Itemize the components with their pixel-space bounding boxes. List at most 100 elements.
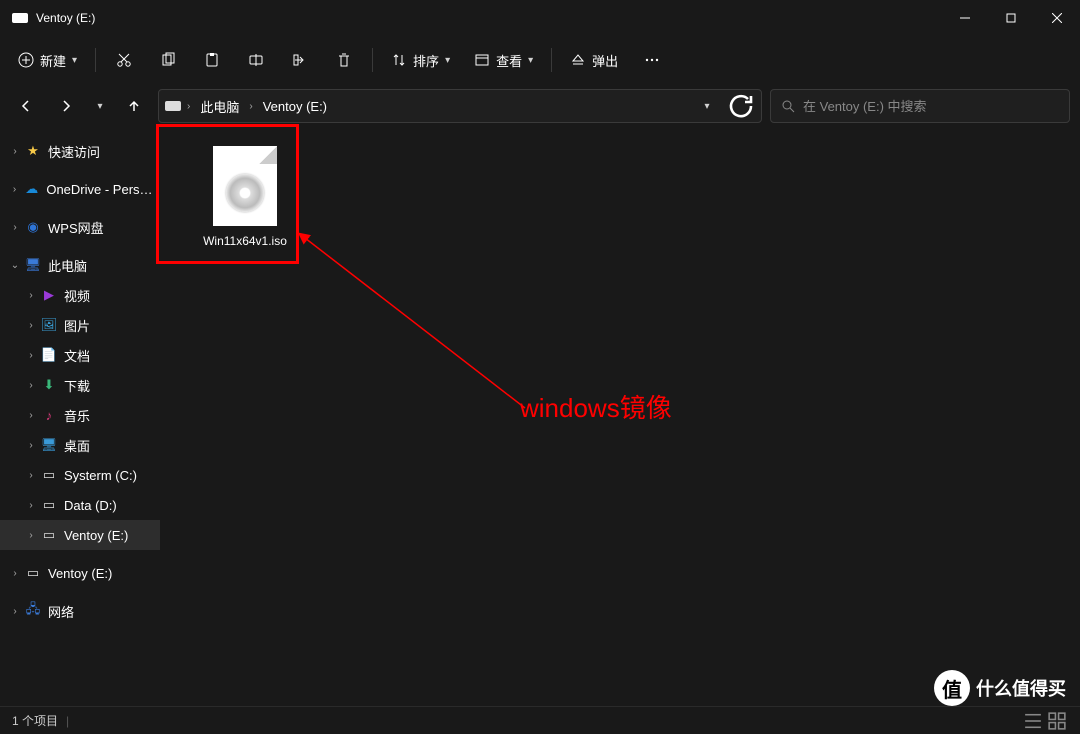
chevron-down-icon: ▾	[704, 101, 709, 112]
search-input[interactable]	[803, 99, 1059, 114]
document-icon: 📄	[40, 346, 58, 364]
status-count: 1 个项目	[12, 712, 58, 729]
sidebar-item-music[interactable]: ›♪音乐	[0, 400, 160, 430]
watermark-text: 什么值得买	[976, 675, 1066, 701]
view-button[interactable]: 查看 ▾	[464, 42, 543, 78]
chevron-down-icon: ⌄	[6, 260, 24, 271]
cut-button[interactable]	[104, 42, 144, 78]
chevron-right-icon: ›	[22, 500, 40, 511]
refresh-button[interactable]	[727, 92, 755, 120]
sidebar-item-downloads[interactable]: ›⬇下载	[0, 370, 160, 400]
more-button[interactable]	[632, 42, 672, 78]
annotation-arrow	[295, 228, 535, 418]
chevron-right-icon: ›	[22, 440, 40, 451]
up-button[interactable]	[118, 90, 150, 122]
cloud-drive-icon: ◉	[24, 218, 42, 236]
breadcrumb-root[interactable]: 此电脑	[196, 97, 243, 116]
toolbar: 新建 ▾ 排序 ▾ 查看 ▾ 弹出	[0, 36, 1080, 84]
sidebar-item-drive-c[interactable]: ›▭Systerm (C:)	[0, 460, 160, 490]
navigation-row: ▾ › 此电脑 › Ventoy (E:) ▾	[0, 84, 1080, 128]
drive-icon: ▭	[40, 496, 58, 514]
chevron-down-icon: ▾	[72, 55, 77, 66]
search-icon	[781, 99, 795, 113]
content-pane[interactable]: Win11x64v1.iso windows镜像	[160, 128, 1080, 706]
copy-icon	[160, 52, 176, 68]
details-view-button[interactable]	[1022, 711, 1044, 731]
sidebar-item-this-pc[interactable]: ⌄🖥此电脑	[0, 250, 160, 280]
sidebar-item-drive-d[interactable]: ›▭Data (D:)	[0, 490, 160, 520]
share-button[interactable]	[280, 42, 320, 78]
eject-icon	[570, 52, 586, 68]
eject-button[interactable]: 弹出	[560, 42, 628, 78]
sidebar-item-pictures[interactable]: ›🖼图片	[0, 310, 160, 340]
rename-icon	[248, 52, 264, 68]
chevron-right-icon: ›	[22, 470, 40, 481]
sidebar-item-drive-e-root[interactable]: ›▭Ventoy (E:)	[0, 558, 160, 588]
copy-button[interactable]	[148, 42, 188, 78]
chevron-right-icon: ›	[22, 320, 40, 331]
file-name: Win11x64v1.iso	[203, 234, 287, 248]
sidebar-item-quick-access[interactable]: ›★快速访问	[0, 136, 160, 166]
history-button[interactable]: ▾	[90, 90, 110, 122]
drive-icon: ▭	[24, 564, 42, 582]
new-button[interactable]: 新建 ▾	[8, 42, 87, 78]
drive-icon	[165, 101, 181, 111]
sidebar-item-network[interactable]: ›🖧网络	[0, 596, 160, 626]
paste-icon	[204, 52, 220, 68]
maximize-button[interactable]	[988, 0, 1034, 36]
sort-icon	[391, 52, 407, 68]
chevron-down-icon: ▾	[528, 55, 533, 66]
sidebar-item-wps[interactable]: ›◉WPS网盘	[0, 212, 160, 242]
minimize-button[interactable]	[942, 0, 988, 36]
sort-label: 排序	[413, 51, 439, 70]
chevron-right-icon: ›	[22, 380, 40, 391]
sidebar-item-onedrive[interactable]: ›☁OneDrive - Persona	[0, 174, 160, 204]
delete-button[interactable]	[324, 42, 364, 78]
separator	[95, 48, 96, 72]
sidebar-item-drive-e[interactable]: ›▭Ventoy (E:)	[0, 520, 160, 550]
video-icon: ▶	[40, 286, 58, 304]
chevron-right-icon: ›	[22, 350, 40, 361]
drive-icon: ▭	[40, 526, 58, 544]
chevron-right-icon: ›	[22, 530, 40, 541]
forward-button[interactable]	[50, 90, 82, 122]
drive-icon: ▭	[40, 466, 58, 484]
address-dropdown-button[interactable]: ▾	[693, 92, 721, 120]
refresh-icon	[727, 92, 755, 120]
chevron-right-icon: ›	[6, 146, 24, 157]
plus-circle-icon	[18, 52, 34, 68]
back-button[interactable]	[10, 90, 42, 122]
status-bar: 1 个项目 |	[0, 706, 1080, 734]
breadcrumb-current[interactable]: Ventoy (E:)	[259, 99, 331, 114]
sidebar: ›★快速访问 ›☁OneDrive - Persona ›◉WPS网盘 ⌄🖥此电…	[0, 128, 160, 706]
sidebar-item-videos[interactable]: ›▶视频	[0, 280, 160, 310]
separator	[372, 48, 373, 72]
file-item-iso[interactable]: Win11x64v1.iso	[190, 136, 300, 258]
new-label: 新建	[40, 51, 66, 70]
chevron-right-icon: ›	[249, 101, 252, 112]
separator	[551, 48, 552, 72]
chevron-right-icon: ›	[6, 222, 24, 233]
chevron-right-icon: ›	[22, 290, 40, 301]
search-bar[interactable]	[770, 89, 1070, 123]
paste-button[interactable]	[192, 42, 232, 78]
address-bar[interactable]: › 此电脑 › Ventoy (E:) ▾	[158, 89, 762, 123]
chevron-right-icon: ›	[6, 568, 24, 579]
sidebar-item-desktop[interactable]: ›🖥桌面	[0, 430, 160, 460]
chevron-right-icon: ›	[6, 606, 24, 617]
share-icon	[292, 52, 308, 68]
watermark: 值 什么值得买	[934, 670, 1066, 706]
cut-icon	[116, 52, 132, 68]
annotation-label: windows镜像	[520, 388, 672, 425]
sort-button[interactable]: 排序 ▾	[381, 42, 460, 78]
drive-icon	[12, 13, 28, 23]
music-icon: ♪	[40, 406, 58, 424]
grid-icon	[1046, 710, 1068, 732]
rename-button[interactable]	[236, 42, 276, 78]
iso-file-icon	[213, 146, 277, 226]
close-button[interactable]	[1034, 0, 1080, 36]
icons-view-button[interactable]	[1046, 711, 1068, 731]
window-title: Ventoy (E:)	[36, 11, 95, 25]
sidebar-item-documents[interactable]: ›📄文档	[0, 340, 160, 370]
picture-icon: 🖼	[40, 316, 58, 334]
